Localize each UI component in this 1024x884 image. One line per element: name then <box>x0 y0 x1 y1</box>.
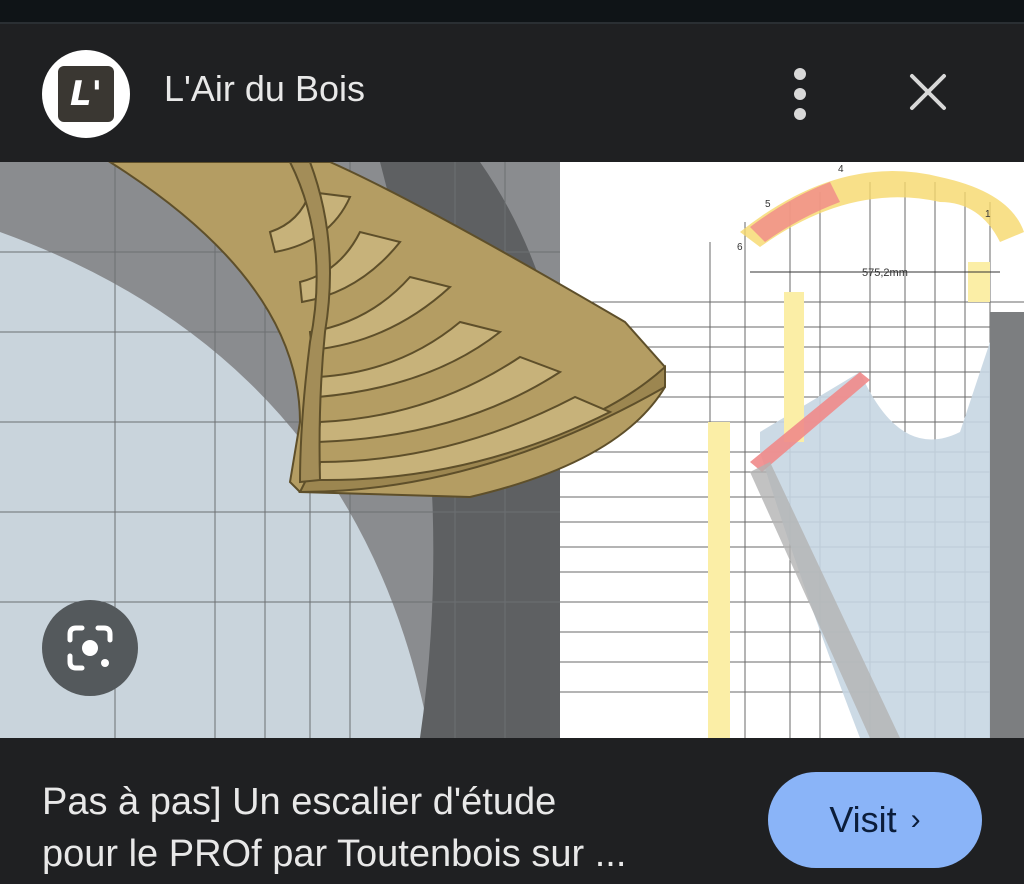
header: L' L'Air du Bois <box>0 24 1024 162</box>
chevron-right-icon: › <box>910 803 921 836</box>
step-number: 5 <box>765 199 771 210</box>
staircase-drawing: 575,2mm 1 4 5 6 <box>0 162 1024 738</box>
visit-button[interactable]: Visit › <box>768 772 982 868</box>
caption-line-1: Pas à pas] Un escalier d'étude <box>42 781 557 823</box>
visit-label: Visit <box>829 799 897 840</box>
result-image[interactable]: 575,2mm 1 4 5 6 <box>0 162 1024 738</box>
close-button[interactable] <box>900 64 956 120</box>
more-options-button[interactable] <box>780 66 820 122</box>
step-number: 4 <box>838 164 844 175</box>
result-caption[interactable]: Pas à pas] Un escalier d'étude pour le P… <box>42 776 742 880</box>
google-lens-icon <box>67 625 113 671</box>
caption-line-2: pour le PROf par Toutenbois sur ... <box>42 833 627 875</box>
top-status-strip <box>0 0 1024 24</box>
step-number: 6 <box>737 242 743 253</box>
logo-text: L' <box>69 74 103 114</box>
footer: Pas à pas] Un escalier d'étude pour le P… <box>0 738 1024 884</box>
site-name[interactable]: L'Air du Bois <box>164 68 365 110</box>
logo-mark: L' <box>58 66 114 122</box>
site-logo[interactable]: L' <box>42 50 130 138</box>
google-lens-button[interactable] <box>42 600 138 696</box>
dimension-label: 575,2mm <box>862 267 908 279</box>
close-icon <box>910 74 946 110</box>
step-number: 1 <box>985 209 991 220</box>
more-vert-icon <box>794 68 806 120</box>
